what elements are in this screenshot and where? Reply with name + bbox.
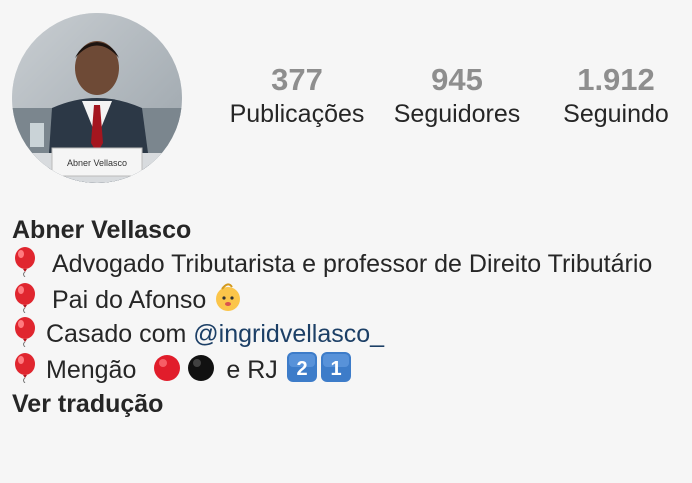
bio-married-text: Casado com (46, 320, 194, 348)
posts-count: 377 (271, 62, 323, 97)
keycap-digit-icon: 2 (286, 351, 318, 383)
stat-following[interactable]: 1.912 Seguindo (548, 62, 684, 130)
bio-line-1: Advogado Tributarista e professor de Dir… (12, 247, 682, 281)
bio-line-4: Mengão e RJ 2 1 (12, 351, 682, 387)
profile-avatar[interactable]: Abner Vellasco (12, 13, 182, 183)
black-circle-icon (188, 355, 215, 381)
keycap-1-text: 1 (330, 358, 341, 380)
followers-label: Seguidores (393, 100, 521, 128)
red-balloon-icon (15, 317, 35, 347)
red-balloon-icon (15, 283, 35, 313)
avatar-nameplate-text: Abner Vellasco (67, 158, 127, 168)
red-balloon-icon (15, 353, 35, 383)
profile-name: Abner Vellasco (12, 216, 192, 244)
stat-followers[interactable]: 945 Seguidores (384, 62, 530, 130)
stat-posts[interactable]: 377 Publicações (224, 62, 370, 130)
red-circle-icon (154, 355, 181, 381)
see-translation-button[interactable]: Ver tradução (12, 387, 682, 421)
bio-team-text: Mengão (46, 356, 137, 384)
followers-count: 945 (431, 62, 483, 97)
following-label: Seguindo (563, 100, 669, 128)
baby-face-icon (216, 283, 241, 311)
profile-page: Abner Vellasco 377 Publicações 945 Segui… (0, 0, 692, 483)
red-balloon-icon (15, 247, 35, 277)
keycap-2-text: 2 (296, 358, 307, 380)
bio-line-2: Pai do Afonso (12, 281, 682, 317)
bio-line-3: Casado com @ingridvellasco_ (12, 317, 682, 351)
posts-label: Publicações (229, 100, 365, 128)
bio-father-text: Pai do Afonso (52, 286, 207, 314)
keycap-digit-icon: 1 (320, 351, 352, 383)
avatar-photo: Abner Vellasco (12, 13, 182, 183)
following-count: 1.912 (577, 62, 655, 97)
bio-rj-text: e RJ (226, 356, 278, 384)
spouse-mention-link[interactable]: @ingridvellasco_ (193, 320, 384, 348)
bio-profession-text: Advogado Tributarista e professor de Dir… (52, 250, 653, 278)
profile-bio: Abner Vellasco Advogado Tributarista e p… (12, 213, 682, 421)
